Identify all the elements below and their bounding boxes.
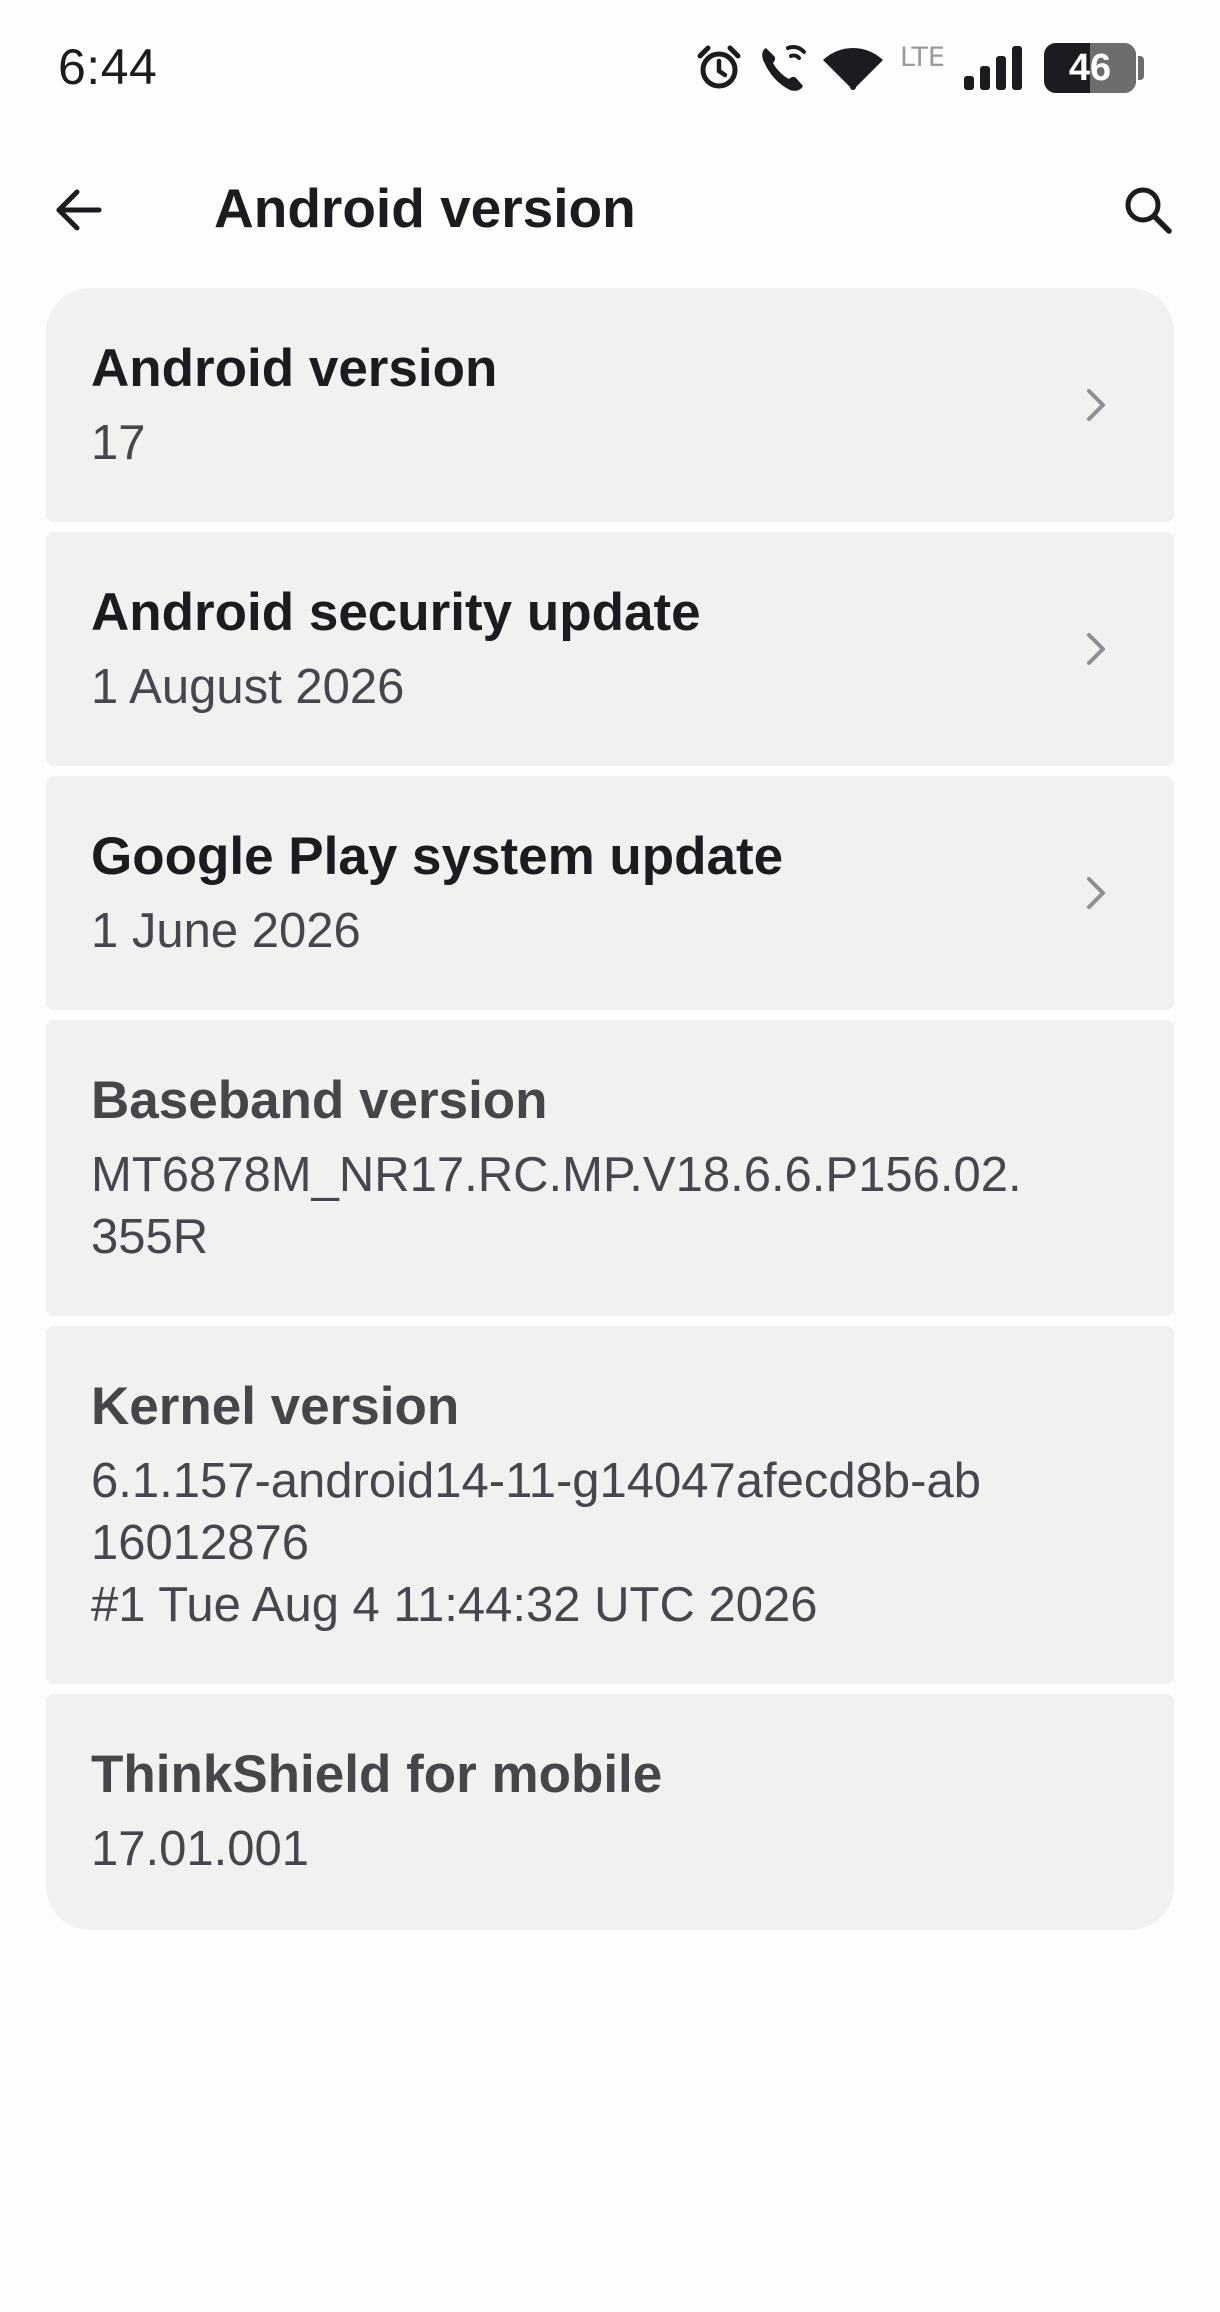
item-value: 1 August 2026 <box>91 660 405 714</box>
signal-icon <box>964 46 1022 90</box>
item-title: ThinkShield for mobile <box>91 1745 663 1804</box>
item-value: 1 June 2026 <box>91 904 361 958</box>
chevron-right-icon <box>1087 389 1105 421</box>
item-title: Baseband version <box>91 1071 548 1130</box>
list-item-kernel-version[interactable]: Kernel version 6.1.157-android14-11-g140… <box>46 1326 1174 1684</box>
item-title: Google Play system update <box>91 827 784 886</box>
item-title: Kernel version <box>91 1377 460 1436</box>
wifi-calling-icon <box>762 44 806 91</box>
item-title: Android version <box>91 339 498 398</box>
battery-level: 46 <box>1068 47 1112 89</box>
battery-nub <box>1138 56 1144 80</box>
chevron-right-icon <box>1087 877 1105 909</box>
back-button[interactable] <box>40 172 116 248</box>
list-item-play-system-update[interactable]: Google Play system update 1 June 2026 <box>46 776 1174 1010</box>
top-app-bar: Android version <box>0 150 1220 270</box>
item-value: MT6878M_NR17.RC.MP.V18.6.6.P156.02. 355R <box>91 1148 1022 1264</box>
list-item-thinkshield[interactable]: ThinkShield for mobile 17.01.001 <box>46 1694 1174 1930</box>
wifi-icon <box>823 48 883 90</box>
item-value: 17 <box>91 416 146 470</box>
alarm-icon <box>697 45 741 89</box>
chevron-right-icon <box>1087 633 1105 665</box>
list-item-baseband-version[interactable]: Baseband version MT6878M_NR17.RC.MP.V18.… <box>46 1020 1174 1316</box>
search-button[interactable] <box>1110 172 1186 248</box>
list-item-security-update[interactable]: Android security update 1 August 2026 <box>46 532 1174 766</box>
page-title: Android version <box>214 177 636 239</box>
item-title: Android security update <box>91 583 701 642</box>
status-icons: LTE 46 <box>0 0 1220 130</box>
arrow-back-icon <box>56 189 102 231</box>
battery-icon: 46 <box>1044 43 1136 93</box>
list-item-android-version[interactable]: Android version 17 <box>46 288 1174 522</box>
item-value: 6.1.157-android14-11-g14047afecd8b-ab 16… <box>91 1454 981 1632</box>
status-bar: 6:44 LTE 46 <box>0 0 1220 130</box>
item-value: 17.01.001 <box>91 1822 309 1876</box>
network-type-label: LTE <box>900 42 945 73</box>
search-icon <box>1125 187 1172 234</box>
